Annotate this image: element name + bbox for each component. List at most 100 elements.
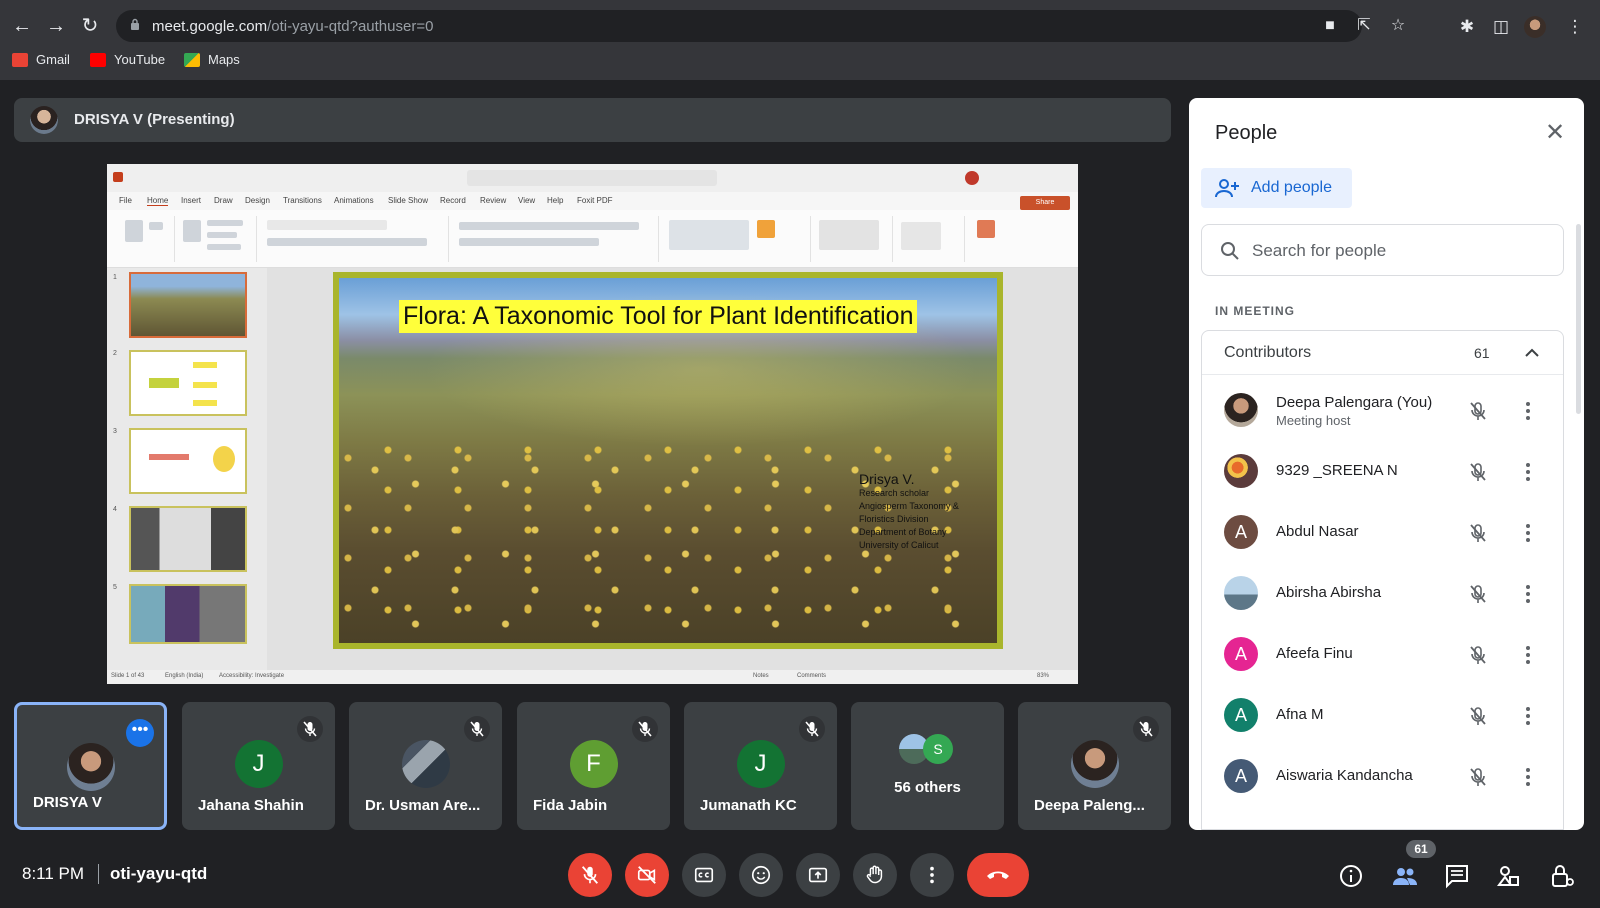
ppt-status-zoom: 83% xyxy=(1037,673,1050,679)
participant-row[interactable]: A Afna M xyxy=(1202,686,1565,746)
more-vert-icon[interactable] xyxy=(1518,521,1538,545)
presenter-label: DRISYA V (Presenting) xyxy=(74,111,235,128)
participant-avatar xyxy=(1224,454,1258,488)
bookmark-label: Maps xyxy=(208,52,240,67)
reload-icon[interactable]: ↻ xyxy=(76,12,104,40)
extensions-icon[interactable]: ✱ xyxy=(1456,16,1478,38)
camera-in-use-icon[interactable]: ■ xyxy=(1320,16,1340,36)
slide-author-line: Floristics Division xyxy=(859,514,929,524)
people-scrollbar[interactable] xyxy=(1576,224,1581,414)
more-options-button[interactable] xyxy=(910,853,954,897)
bookmark-star-icon[interactable]: ☆ xyxy=(1388,16,1408,36)
divider xyxy=(98,864,99,884)
participant-row[interactable]: A Abdul Nasar xyxy=(1202,503,1565,563)
thumb-number: 3 xyxy=(113,428,117,435)
search-input[interactable] xyxy=(1252,239,1552,263)
bookmark-youtube[interactable]: YouTube xyxy=(90,52,165,67)
meeting-details-icon[interactable] xyxy=(1338,863,1364,889)
browser-menu-icon[interactable]: ⋮ xyxy=(1564,16,1586,38)
mic-toggle-button[interactable] xyxy=(568,853,612,897)
participant-avatar xyxy=(66,743,115,791)
contributors-label: Contributors xyxy=(1224,344,1312,361)
people-icon[interactable] xyxy=(1392,863,1418,889)
slide-thumbnail xyxy=(129,506,247,572)
participant-row[interactable]: A Afeefa Finu xyxy=(1202,625,1565,685)
bookmark-maps[interactable]: Maps xyxy=(184,52,240,67)
more-vert-icon[interactable] xyxy=(1518,704,1538,728)
participant-row[interactable]: A Aiswaria Kandancha xyxy=(1202,747,1565,807)
share-page-icon[interactable]: ⇱ xyxy=(1354,16,1374,36)
captions-icon xyxy=(694,867,714,883)
participant-row[interactable]: 9329 _SREENA N xyxy=(1202,442,1565,502)
captions-button[interactable] xyxy=(682,853,726,897)
host-controls-icon[interactable] xyxy=(1550,863,1576,889)
powerpoint-icon xyxy=(113,172,123,182)
reactions-button[interactable] xyxy=(739,853,783,897)
leave-call-button[interactable] xyxy=(967,853,1029,897)
slide-author-name: Drisya V. xyxy=(859,471,915,487)
add-people-button[interactable]: Add people xyxy=(1201,168,1352,208)
participant-avatar xyxy=(1070,740,1119,788)
ppt-title-bar xyxy=(107,164,1078,192)
more-vert-icon[interactable] xyxy=(1518,460,1538,484)
ppt-menu-item: Record xyxy=(440,196,466,205)
thumb-number: 5 xyxy=(113,584,117,591)
participant-name: Fida Jabin xyxy=(533,797,608,814)
more-vert-icon[interactable] xyxy=(1518,399,1538,423)
participant-name: Afeefa Finu xyxy=(1276,645,1353,662)
more-vert-icon[interactable] xyxy=(1518,582,1538,606)
ppt-menu-item: Insert xyxy=(181,196,202,205)
section-label: IN MEETING xyxy=(1215,304,1296,318)
participant-name: Afna M xyxy=(1276,706,1324,723)
participant-tile[interactable]: ••• DRISYA V xyxy=(14,702,167,830)
participant-tile[interactable]: J Jahana Shahin xyxy=(182,702,335,830)
forward-icon[interactable]: → xyxy=(42,12,70,40)
participant-row[interactable]: Deepa Palengara (You) Meeting host xyxy=(1202,381,1565,441)
mic-off-icon xyxy=(464,716,490,742)
current-slide: Flora: A Taxonomic Tool for Plant Identi… xyxy=(333,272,1003,649)
lock-icon xyxy=(131,18,139,30)
participant-name: 9329 _SREENA N xyxy=(1276,462,1398,479)
shared-screen: File Home Insert Draw Design Transitions… xyxy=(107,164,1078,684)
search-box[interactable] xyxy=(1201,224,1564,276)
slide-canvas: Flora: A Taxonomic Tool for Plant Identi… xyxy=(267,268,1078,670)
back-icon[interactable]: ← xyxy=(8,12,36,40)
chat-icon[interactable] xyxy=(1444,863,1470,889)
more-vert-icon[interactable] xyxy=(1518,765,1538,789)
present-now-button[interactable] xyxy=(796,853,840,897)
raise-hand-button[interactable] xyxy=(853,853,897,897)
ppt-menu-item: View xyxy=(518,196,536,205)
mic-off-icon xyxy=(1470,707,1486,725)
close-icon[interactable]: ✕ xyxy=(1543,121,1567,146)
participant-name: Dr. Usman Are... xyxy=(365,797,481,814)
profile-avatar[interactable] xyxy=(1524,16,1546,38)
participant-row[interactable]: Abirsha Abirsha xyxy=(1202,564,1565,624)
participant-tile[interactable]: Dr. Usman Are... xyxy=(349,702,502,830)
address-bar[interactable]: meet.google.com/oti-yayu-qtd?authuser=0 … xyxy=(116,10,1405,42)
more-options-icon[interactable]: ••• xyxy=(126,719,154,747)
participant-name: DRISYA V xyxy=(33,794,102,811)
mic-off-icon xyxy=(1470,585,1486,603)
participant-tile[interactable]: F Fida Jabin xyxy=(517,702,670,830)
activities-icon[interactable] xyxy=(1496,863,1522,889)
participant-name: Jumanath KC xyxy=(700,797,797,814)
participant-tile-others[interactable]: S 56 others xyxy=(851,702,1004,830)
browser-chrome: ← → ↻ meet.google.com/oti-yayu-qtd?authu… xyxy=(0,0,1600,80)
camera-toggle-button[interactable] xyxy=(625,853,669,897)
ppt-menu-item: Foxit PDF xyxy=(577,196,613,205)
more-vert-icon[interactable] xyxy=(1518,643,1538,667)
slide-thumbnail xyxy=(129,584,247,644)
hang-up-icon xyxy=(987,871,1009,879)
participant-tile[interactable]: Deepa Paleng... xyxy=(1018,702,1171,830)
contributors-header[interactable]: Contributors 61 xyxy=(1202,331,1563,375)
slide-thumbnails: 1 2 3 4 5 xyxy=(107,268,267,670)
mic-off-icon xyxy=(1133,716,1159,742)
bookmark-gmail[interactable]: Gmail xyxy=(12,52,70,67)
thumb-number: 2 xyxy=(113,350,117,357)
add-person-icon xyxy=(1215,179,1239,198)
side-panel-icon[interactable]: ◫ xyxy=(1490,16,1512,38)
add-people-label: Add people xyxy=(1251,179,1332,196)
participant-tile[interactable]: J Jumanath KC xyxy=(684,702,837,830)
chevron-up-icon[interactable] xyxy=(1522,343,1542,363)
thumb-number: 4 xyxy=(113,506,117,513)
